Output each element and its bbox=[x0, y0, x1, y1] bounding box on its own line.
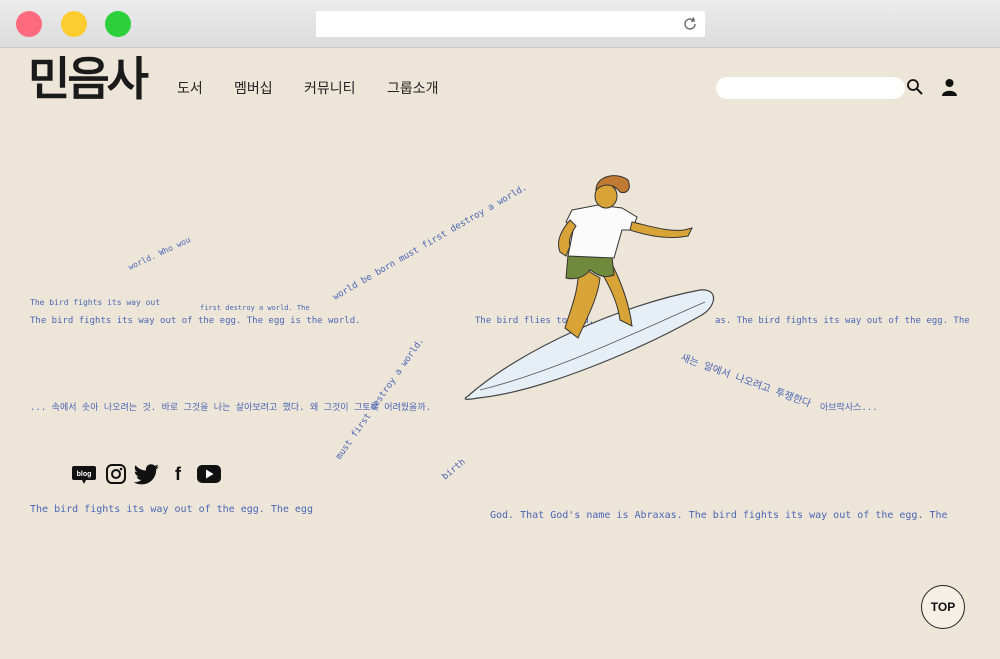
browser-chrome bbox=[0, 0, 1000, 48]
nav-item-community[interactable]: 커뮤니티 bbox=[304, 78, 356, 98]
hero-text-line3-right: God. That God's name is Abraxas. The bir… bbox=[490, 510, 948, 521]
facebook-icon-label: f bbox=[175, 464, 182, 484]
hero-text-line1: The bird fights its way out of the egg. … bbox=[30, 316, 361, 326]
browser-window: 민음사 도서 멤버십 커뮤니티 그룹소개 The bird fights its… bbox=[0, 0, 1000, 659]
search-icon[interactable] bbox=[906, 78, 924, 96]
reload-icon[interactable] bbox=[681, 15, 699, 33]
hero-text-wave3: must first destroy a world. bbox=[334, 336, 426, 462]
blog-icon[interactable]: blog bbox=[72, 463, 96, 485]
instagram-icon[interactable] bbox=[106, 463, 126, 485]
hero-text-curl: 새는 알에서 나오려고 투쟁한다 bbox=[679, 352, 812, 410]
hero-text-line1-far: as. The bird fights its way out of the e… bbox=[715, 316, 970, 326]
hero-text-wave2-a: world be born must first destroy a world… bbox=[332, 183, 529, 303]
site-logo[interactable]: 민음사 bbox=[28, 56, 149, 102]
close-window-button[interactable] bbox=[16, 11, 42, 37]
blog-icon-label: blog bbox=[77, 471, 92, 478]
hero-text-wave1-a: world. Who wou bbox=[127, 235, 192, 272]
facebook-icon[interactable]: f bbox=[172, 463, 184, 485]
hero-text-line1-small: The bird fights its way out bbox=[30, 298, 160, 307]
hero-text-line3: The bird fights its way out of the egg. … bbox=[30, 504, 313, 515]
nav-item-membership[interactable]: 멤버십 bbox=[234, 78, 273, 98]
nav-item-about-group[interactable]: 그룹소개 bbox=[387, 78, 439, 98]
user-icon[interactable] bbox=[941, 78, 958, 96]
hero-text-wave3-b: birth bbox=[441, 457, 468, 482]
maximize-window-button[interactable] bbox=[105, 11, 131, 37]
scroll-to-top-button[interactable]: TOP bbox=[921, 585, 965, 629]
address-bar[interactable] bbox=[316, 11, 705, 37]
search-input[interactable] bbox=[716, 77, 905, 99]
nav-item-books[interactable]: 도서 bbox=[177, 78, 203, 98]
hero-text-wave1-b: first destroy a world. The bbox=[200, 304, 310, 312]
twitter-icon[interactable] bbox=[134, 463, 160, 485]
youtube-icon[interactable] bbox=[196, 463, 222, 485]
minimize-window-button[interactable] bbox=[61, 11, 87, 37]
hero-text-line2-right: 아브락사스... bbox=[820, 401, 878, 413]
